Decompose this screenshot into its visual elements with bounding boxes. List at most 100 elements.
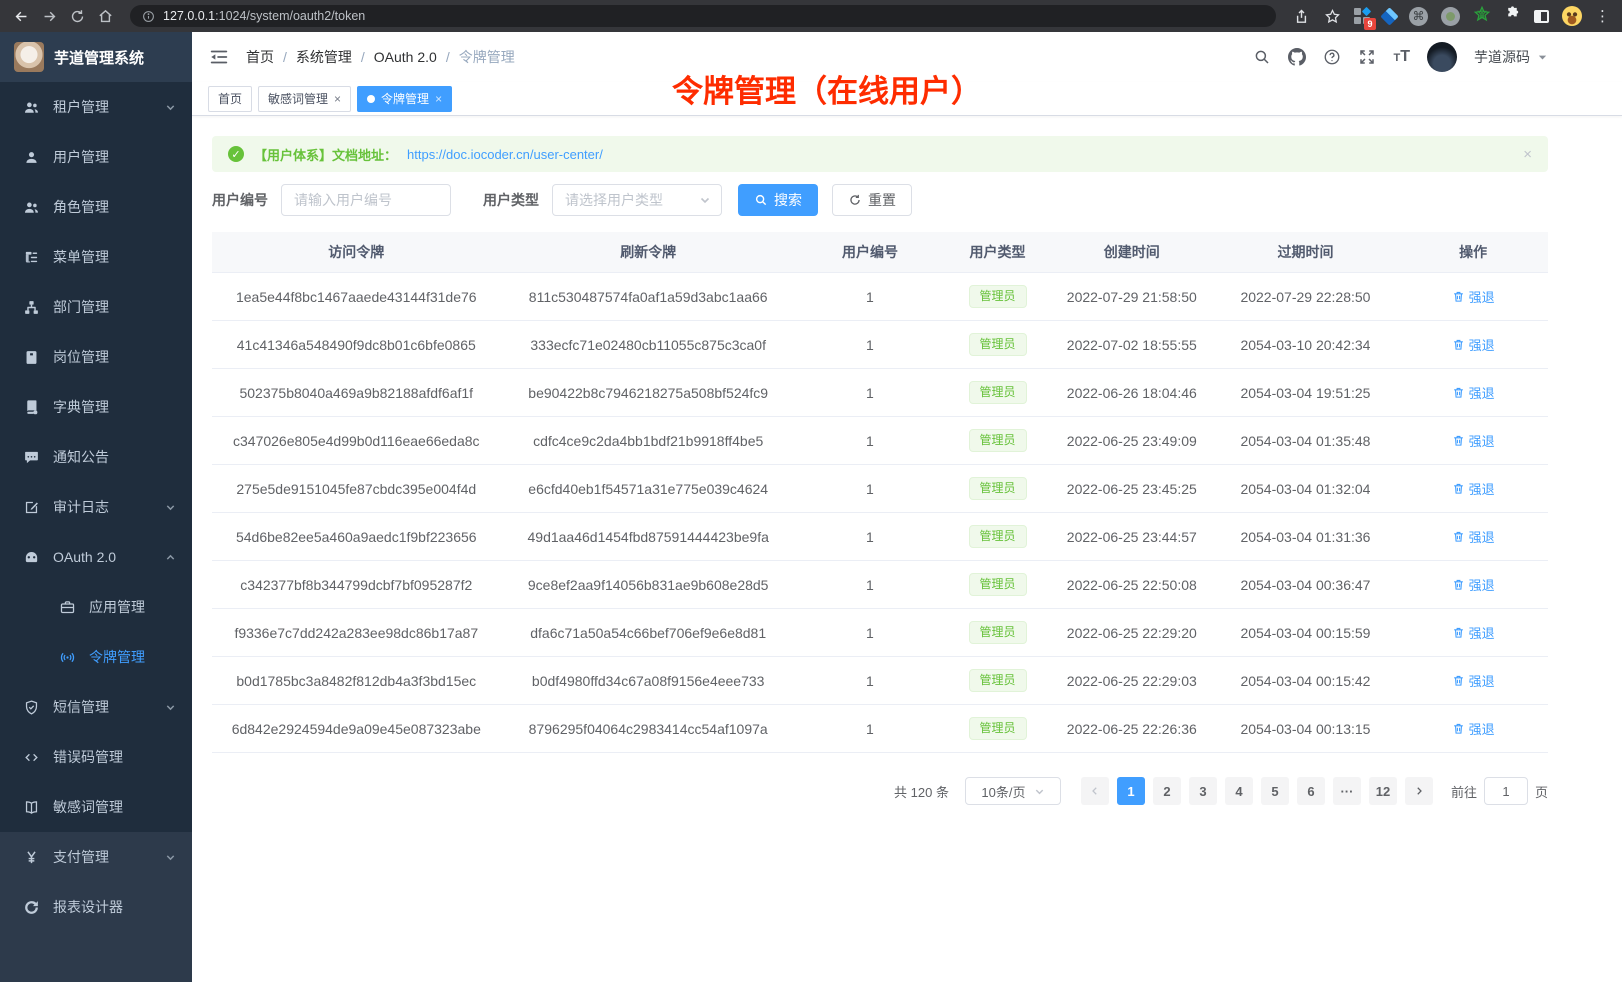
refresh-token-cell: cdfc4ce9c2da4bb1bdf21b9918ff4be5: [501, 433, 796, 449]
record-extension-icon[interactable]: [1441, 7, 1460, 26]
refresh-token-cell: be90422b8c7946218275a508bf524fc9: [501, 385, 796, 401]
expire-time-cell: 2054-03-04 00:13:15: [1213, 721, 1399, 737]
sidebar-collapse-icon[interactable]: [208, 46, 230, 68]
sidebar-item[interactable]: 敏感词管理: [0, 782, 192, 832]
access-token-cell: 6d842e2924594de9a09e45e087323abe: [212, 721, 501, 737]
user-menu[interactable]: 芋道源码: [1474, 47, 1548, 67]
force-logout-button[interactable]: 强退: [1452, 527, 1495, 546]
tag-view-tab[interactable]: 首页: [208, 86, 252, 112]
sidebar-item[interactable]: 岗位管理: [0, 332, 192, 382]
sidebar-item[interactable]: 报表设计器: [0, 882, 192, 932]
token-signal-icon: [58, 648, 76, 666]
tag-view-tab[interactable]: 令牌管理 ×: [357, 86, 452, 112]
annotation-overlay: 令牌管理（在线用户）: [672, 66, 982, 111]
breadcrumb-item[interactable]: 系统管理: [296, 47, 352, 67]
user-id-input[interactable]: [281, 184, 451, 216]
close-icon[interactable]: ×: [435, 93, 442, 105]
sidebar-item[interactable]: 角色管理: [0, 182, 192, 232]
force-logout-button[interactable]: 强退: [1452, 671, 1495, 690]
sidebar-item[interactable]: 菜单管理: [0, 232, 192, 282]
search-button[interactable]: 搜索: [738, 184, 818, 216]
breadcrumb-item[interactable]: 令牌管理: [459, 47, 515, 67]
user-id-cell: 1: [796, 625, 944, 641]
help-icon[interactable]: [1323, 48, 1341, 66]
breadcrumb-item[interactable]: OAuth 2.0: [374, 49, 437, 65]
page-number-button[interactable]: 2: [1153, 777, 1181, 805]
sidebar-item[interactable]: 令牌管理: [0, 632, 192, 682]
refresh-token-cell: 9ce8ef2aa9f14056b831ae9b608e28d5: [501, 577, 796, 593]
sidebar-item[interactable]: 租户管理: [0, 82, 192, 132]
refresh-token-cell: e6cfd40eb1f54571a31e775e039c4624: [501, 481, 796, 497]
force-logout-button[interactable]: 强退: [1452, 719, 1495, 738]
doc-alert: ✓ 【用户体系】文档地址： https://doc.iocoder.cn/use…: [212, 136, 1548, 172]
sidebar-item[interactable]: 错误码管理: [0, 732, 192, 782]
browser-home-icon[interactable]: [96, 7, 114, 25]
sidebar-item[interactable]: 用户管理: [0, 132, 192, 182]
sidebar-item[interactable]: 通知公告: [0, 432, 192, 482]
page-number-button[interactable]: 12: [1369, 777, 1397, 805]
browser-back-icon[interactable]: [12, 7, 30, 25]
sidebar-item-label: 报表设计器: [53, 897, 123, 917]
force-logout-button[interactable]: 强退: [1452, 287, 1495, 306]
browser-menu-kebab-icon[interactable]: ⋮: [1595, 9, 1610, 24]
user-avatar[interactable]: [1427, 42, 1457, 72]
doc-link[interactable]: https://doc.iocoder.cn/user-center/: [407, 147, 603, 162]
next-page-button[interactable]: [1405, 777, 1433, 805]
alert-close-icon[interactable]: ×: [1523, 146, 1532, 163]
user-type-badge: 管理员: [969, 477, 1027, 501]
star-extension-icon[interactable]: [1473, 5, 1491, 28]
create-time-cell: 2022-06-25 22:29:20: [1051, 625, 1213, 641]
breadcrumb-item[interactable]: 首页: [246, 47, 274, 67]
user-type-select[interactable]: 请选择用户类型: [552, 184, 722, 216]
force-logout-button[interactable]: 强退: [1452, 431, 1495, 450]
command-extension-icon[interactable]: ⌘: [1409, 7, 1428, 26]
sidebar-item[interactable]: 应用管理: [0, 582, 192, 632]
goto-page-input[interactable]: [1484, 777, 1528, 805]
font-size-icon[interactable]: TT: [1393, 49, 1410, 65]
browser-forward-icon[interactable]: [40, 7, 58, 25]
bookmark-star-icon[interactable]: [1323, 7, 1341, 25]
page-number-button[interactable]: 6: [1297, 777, 1325, 805]
force-logout-button[interactable]: 强退: [1452, 383, 1495, 402]
reset-button[interactable]: 重置: [832, 184, 912, 216]
sidebar-item[interactable]: 部门管理: [0, 282, 192, 332]
page-info-icon[interactable]: [142, 10, 155, 23]
github-icon[interactable]: [1288, 48, 1306, 66]
search-icon[interactable]: [1253, 48, 1271, 66]
sidebar-item[interactable]: 审计日志: [0, 482, 192, 532]
close-icon[interactable]: ×: [334, 93, 341, 105]
force-logout-button[interactable]: 强退: [1452, 479, 1495, 498]
extension-badge: 9: [1364, 18, 1376, 30]
refresh-icon: [848, 193, 862, 207]
profile-avatar-emoji[interactable]: [1562, 6, 1582, 26]
force-logout-button[interactable]: 强退: [1452, 335, 1495, 354]
sidebar-item[interactable]: 支付管理: [0, 832, 192, 882]
force-logout-button[interactable]: 强退: [1452, 575, 1495, 594]
create-time-cell: 2022-06-26 18:04:46: [1051, 385, 1213, 401]
extension-grid-icon[interactable]: 9: [1354, 8, 1370, 24]
force-logout-button[interactable]: 强退: [1452, 623, 1495, 642]
page-number-button[interactable]: 3: [1189, 777, 1217, 805]
access-token-cell: 41c41346a548490f9dc8b01c6bfe0865: [212, 337, 501, 353]
page-size-select[interactable]: 10条/页: [965, 777, 1061, 805]
browser-reload-icon[interactable]: [68, 7, 86, 25]
share-icon[interactable]: [1292, 7, 1310, 25]
diamond-extension-icon[interactable]: [1380, 7, 1398, 25]
address-bar[interactable]: 127.0.0.1:1024/system/oauth2/token: [130, 5, 1276, 27]
page-number-button[interactable]: 4: [1225, 777, 1253, 805]
create-time-cell: 2022-06-25 23:49:09: [1051, 433, 1213, 449]
chevron-right-icon: [1413, 785, 1425, 797]
sidebar-item[interactable]: OAuth 2.0: [0, 532, 192, 582]
column-header: 用户编号: [796, 242, 944, 262]
window-split-icon[interactable]: [1534, 10, 1549, 23]
page-number-button[interactable]: 5: [1261, 777, 1289, 805]
tag-view-tab[interactable]: 敏感词管理 ×: [258, 86, 351, 112]
sidebar-item[interactable]: 字典管理: [0, 382, 192, 432]
more-pages-button[interactable]: ···: [1333, 777, 1361, 805]
breadcrumb-separator: /: [446, 49, 450, 65]
prev-page-button[interactable]: [1081, 777, 1109, 805]
sidebar-item[interactable]: 短信管理: [0, 682, 192, 732]
puzzle-extensions-icon[interactable]: [1504, 5, 1521, 27]
fullscreen-icon[interactable]: [1358, 48, 1376, 66]
page-number-button[interactable]: 1: [1117, 777, 1145, 805]
